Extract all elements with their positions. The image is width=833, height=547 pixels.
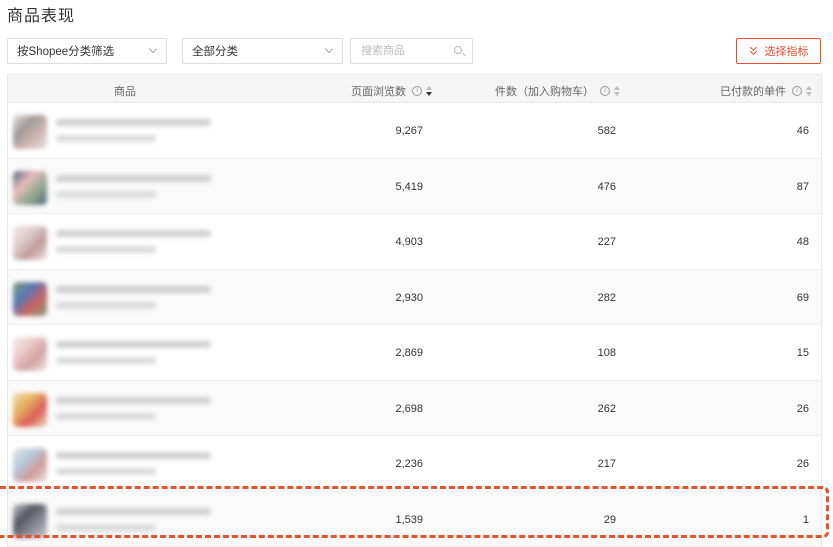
items-added-to-cart-cell: 262 [597,402,616,415]
product-thumbnail[interactable] [13,115,47,149]
product-subtitle-redacted [56,412,156,420]
page-views-cell: 2,698 [395,402,423,415]
page-views-cell: 2,930 [395,291,423,304]
product-subtitle-redacted [56,246,156,253]
table-row[interactable]: 2,930 282 69 [8,269,821,325]
page-views-cell: 4,903 [395,236,423,248]
product-name-redacted[interactable] [56,452,211,459]
column-header-page-views[interactable]: 页面浏览数 i [351,83,433,99]
product-subtitle-redacted [56,301,156,309]
paid-units-cell: 87 [796,180,809,193]
product-performance-table: 商品 页面浏览数 i 件数（加入购物车） i 已付款的单件 i 9,267 582… [7,74,822,547]
table-row[interactable]: 2,869 108 15 [8,325,821,381]
product-subtitle-redacted [56,135,156,142]
product-thumbnail[interactable] [13,226,47,260]
table-row[interactable]: 1,539 29 1 [8,491,821,547]
product-subtitle-redacted [56,357,156,364]
product-subtitle-redacted [56,190,156,198]
sort-icon[interactable] [614,85,621,97]
search-icon[interactable] [454,46,462,54]
chevron-down-icon [148,44,158,54]
search-input[interactable] [351,39,447,63]
items-added-to-cart-cell: 582 [597,125,616,137]
chevron-down-icon [324,44,334,54]
column-header-paid-units-label: 已付款的单件 [720,86,786,98]
page-views-cell: 2,869 [395,347,423,359]
table-row[interactable]: 2,698 262 26 [8,380,821,436]
paid-units-cell: 46 [796,125,809,137]
info-icon[interactable]: i [792,86,802,96]
shopee-category-filter-label: 按Shopee分类筛选 [17,46,115,58]
column-header-paid-units[interactable]: 已付款的单件 i [720,83,813,99]
product-search [350,38,473,64]
double-chevron-down-icon [749,43,759,56]
paid-units-cell: 26 [796,402,809,415]
product-subtitle-redacted [56,523,156,531]
table-row[interactable]: 2,236 217 26 [8,436,821,492]
table-header: 商品 页面浏览数 i 件数（加入购物车） i 已付款的单件 i [8,75,821,103]
info-icon[interactable]: i [412,86,422,96]
product-name-redacted[interactable] [56,119,211,126]
product-name-redacted[interactable] [56,507,211,515]
paid-units-cell: 48 [796,236,809,248]
items-added-to-cart-cell: 227 [597,236,616,248]
product-thumbnail[interactable] [13,392,47,427]
sort-icon[interactable] [426,85,433,97]
product-thumbnail[interactable] [13,448,47,482]
category-filter-label: 全部分类 [192,46,238,58]
page-views-cell: 2,236 [395,458,423,470]
column-header-page-views-label: 页面浏览数 [351,86,406,98]
table-row[interactable]: 9,267 582 46 [8,103,821,159]
product-name-redacted[interactable] [56,396,211,404]
product-name-redacted[interactable] [56,174,211,182]
paid-units-cell: 69 [796,291,809,304]
table-row[interactable]: 4,903 227 48 [8,214,821,270]
page-views-cell: 5,419 [395,180,423,193]
product-thumbnail[interactable] [13,337,47,371]
product-name-redacted[interactable] [56,341,211,348]
table-row[interactable]: 5,419 476 87 [8,158,821,214]
page-views-cell: 9,267 [395,125,423,137]
items-added-to-cart-cell: 217 [597,458,616,470]
product-name-redacted[interactable] [56,285,211,293]
column-header-items-added-to-cart[interactable]: 件数（加入购物车） i [495,83,621,99]
paid-units-cell: 1 [802,513,809,526]
select-metrics-button[interactable]: 选择指标 [736,38,821,64]
items-added-to-cart-cell: 29 [603,513,616,526]
product-thumbnail[interactable] [13,503,47,538]
info-icon[interactable]: i [600,86,610,96]
product-thumbnail[interactable] [13,281,47,316]
paid-units-cell: 26 [796,458,809,470]
items-added-to-cart-cell: 108 [597,347,616,359]
sort-icon[interactable] [806,85,813,97]
product-thumbnail[interactable] [13,170,47,205]
column-header-product: 商品 [114,83,136,99]
page-title: 商品表现 [7,8,76,25]
column-header-product-label: 商品 [114,86,136,98]
items-added-to-cart-cell: 282 [597,291,616,304]
shopee-category-filter[interactable]: 按Shopee分类筛选 [7,38,167,64]
select-metrics-label: 选择指标 [764,46,809,58]
category-filter[interactable]: 全部分类 [182,38,343,64]
page-views-cell: 1,539 [395,513,423,526]
product-subtitle-redacted [56,468,156,475]
product-name-redacted[interactable] [56,230,211,237]
column-header-items-label: 件数（加入购物车） [495,86,594,98]
paid-units-cell: 15 [796,347,809,359]
items-added-to-cart-cell: 476 [597,180,616,193]
